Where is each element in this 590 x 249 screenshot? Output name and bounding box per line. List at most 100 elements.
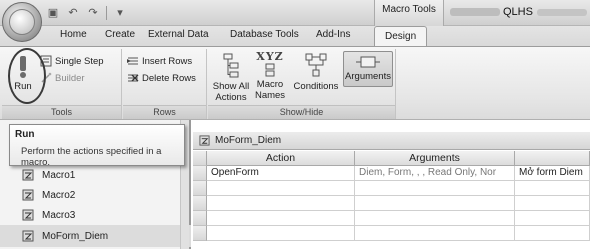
nav-item-macro2[interactable]: Macro2 <box>0 184 191 206</box>
row-selector[interactable] <box>193 181 207 196</box>
redo-icon[interactable]: ↷ <box>86 6 100 20</box>
macro-icon <box>22 209 34 221</box>
show-all-actions-button[interactable]: Show All Actions <box>212 53 250 105</box>
comment-cell[interactable] <box>515 196 590 211</box>
nav-item-label: MoForm_Diem <box>42 230 109 242</box>
macro-icon <box>199 135 210 146</box>
conditions-label: Conditions <box>293 81 339 92</box>
run-tooltip: Run Perform the actions specified in a m… <box>9 124 185 168</box>
tab-add-ins[interactable]: Add-Ins <box>316 29 350 40</box>
delete-rows-button[interactable]: Delete Rows <box>127 72 196 84</box>
delete-rows-icon <box>127 72 139 84</box>
title-text-blurred-2 <box>537 9 587 16</box>
tab-external-data[interactable]: External Data <box>148 29 209 40</box>
action-cell[interactable] <box>207 226 355 241</box>
select-all-corner[interactable] <box>193 151 207 166</box>
delete-rows-label: Delete Rows <box>142 72 196 84</box>
macro-names-xyz-icon: XYZ <box>256 50 284 63</box>
insert-rows-button[interactable]: Insert Rows <box>127 55 192 67</box>
action-cell[interactable] <box>207 196 355 211</box>
nav-item-label: Macro3 <box>42 209 76 221</box>
nav-item-moform-diem[interactable]: MoForm_Diem <box>0 225 191 247</box>
single-step-label: Single Step <box>55 55 104 67</box>
show-all-actions-label-1: Show All <box>212 81 250 92</box>
document-tab-label: MoForm_Diem <box>215 135 282 146</box>
action-cell[interactable] <box>207 211 355 226</box>
tab-home[interactable]: Home <box>60 29 87 40</box>
office-logo-icon <box>9 9 35 35</box>
column-header-action[interactable]: Action <box>207 151 355 166</box>
comment-cell[interactable]: Mở form Diem <box>515 166 590 181</box>
row-selector[interactable] <box>193 226 207 241</box>
macro-names-label-1: Macro <box>256 79 284 90</box>
title-bar: ▣ ↶ ↷ ▾ Macro Tools QLHS <box>0 0 590 26</box>
run-exclamation-icon <box>20 56 26 78</box>
macro-icon <box>22 189 34 201</box>
tab-create[interactable]: Create <box>105 29 135 40</box>
group-show-hide: Show All Actions XYZ Macro Names Conditi… <box>208 49 396 119</box>
conditions-button[interactable]: Conditions <box>291 53 341 105</box>
nav-item-label: Macro1 <box>42 169 76 181</box>
arguments-cell[interactable] <box>355 226 515 241</box>
tab-database-tools[interactable]: Database Tools <box>230 29 299 40</box>
arguments-cell[interactable]: Diem, Form, , , Read Only, Nor <box>355 166 515 181</box>
ribbon: Run Single Step Builder Tools Insert Row… <box>0 46 590 120</box>
nav-item-macro3[interactable]: Macro3 <box>0 204 191 226</box>
column-header-comment[interactable] <box>515 151 590 166</box>
group-rows: Insert Rows Delete Rows Rows <box>123 49 207 119</box>
comment-cell[interactable] <box>515 181 590 196</box>
single-step-icon <box>40 55 52 67</box>
action-cell[interactable]: OpenForm <box>207 166 355 181</box>
macro-design-window: MoForm_Diem Action Arguments OpenForm Di… <box>193 120 590 249</box>
context-tab-header: Macro Tools <box>374 0 444 26</box>
group-label-rows: Rows <box>123 105 206 119</box>
window-title: QLHS <box>503 6 533 18</box>
single-step-button[interactable]: Single Step <box>40 55 104 67</box>
arguments-icon <box>356 56 380 68</box>
arguments-label: Arguments <box>345 71 391 82</box>
show-all-actions-icon <box>223 53 239 78</box>
arguments-cell[interactable] <box>355 211 515 226</box>
row-selector[interactable] <box>193 196 207 211</box>
nav-item-label: Macro2 <box>42 189 76 201</box>
office-button[interactable] <box>2 2 42 42</box>
group-label-show-hide: Show/Hide <box>208 105 395 119</box>
show-all-actions-label-2: Actions <box>215 92 247 103</box>
builder-label: Builder <box>55 72 85 84</box>
arguments-cell[interactable] <box>355 196 515 211</box>
ribbon-tabs: Home Create External Data Database Tools… <box>0 26 590 47</box>
tooltip-body: Perform the actions specified in a macro… <box>21 146 162 168</box>
qat-separator <box>106 6 107 20</box>
macro-names-button[interactable]: XYZ Macro Names <box>252 51 288 105</box>
document-tab[interactable]: MoForm_Diem <box>193 132 590 150</box>
row-selector[interactable] <box>193 211 207 226</box>
tab-design[interactable]: Design <box>374 26 428 47</box>
conditions-icon <box>305 53 327 77</box>
comment-cell[interactable] <box>515 211 590 226</box>
macro-grid: Action Arguments OpenForm Diem, Form, , … <box>193 151 590 249</box>
group-tools: Run Single Step Builder Tools <box>2 49 122 119</box>
group-label-tools: Tools <box>2 105 121 119</box>
builder-wand-icon <box>40 72 52 84</box>
arguments-button[interactable]: Arguments <box>343 51 393 87</box>
comment-cell[interactable] <box>515 226 590 241</box>
arguments-cell[interactable] <box>355 181 515 196</box>
macro-icon <box>22 169 34 181</box>
run-label: Run <box>14 81 32 92</box>
save-icon[interactable]: ▣ <box>46 6 60 20</box>
row-selector[interactable] <box>193 166 207 181</box>
undo-icon[interactable]: ↶ <box>66 6 80 20</box>
title-text-blurred <box>450 8 500 16</box>
macro-names-label-2: Names <box>254 90 286 101</box>
customize-qat-icon[interactable]: ▾ <box>113 6 127 20</box>
builder-button[interactable]: Builder <box>40 72 85 84</box>
column-header-arguments[interactable]: Arguments <box>355 151 515 166</box>
action-cell[interactable] <box>207 181 355 196</box>
macro-names-icon <box>265 63 275 77</box>
quick-access-toolbar: ▣ ↶ ↷ ▾ <box>46 5 127 21</box>
insert-rows-icon <box>127 55 139 67</box>
run-button[interactable]: Run <box>8 55 38 101</box>
insert-rows-label: Insert Rows <box>142 55 193 67</box>
macro-icon <box>22 230 34 242</box>
tooltip-title: Run <box>15 129 35 140</box>
